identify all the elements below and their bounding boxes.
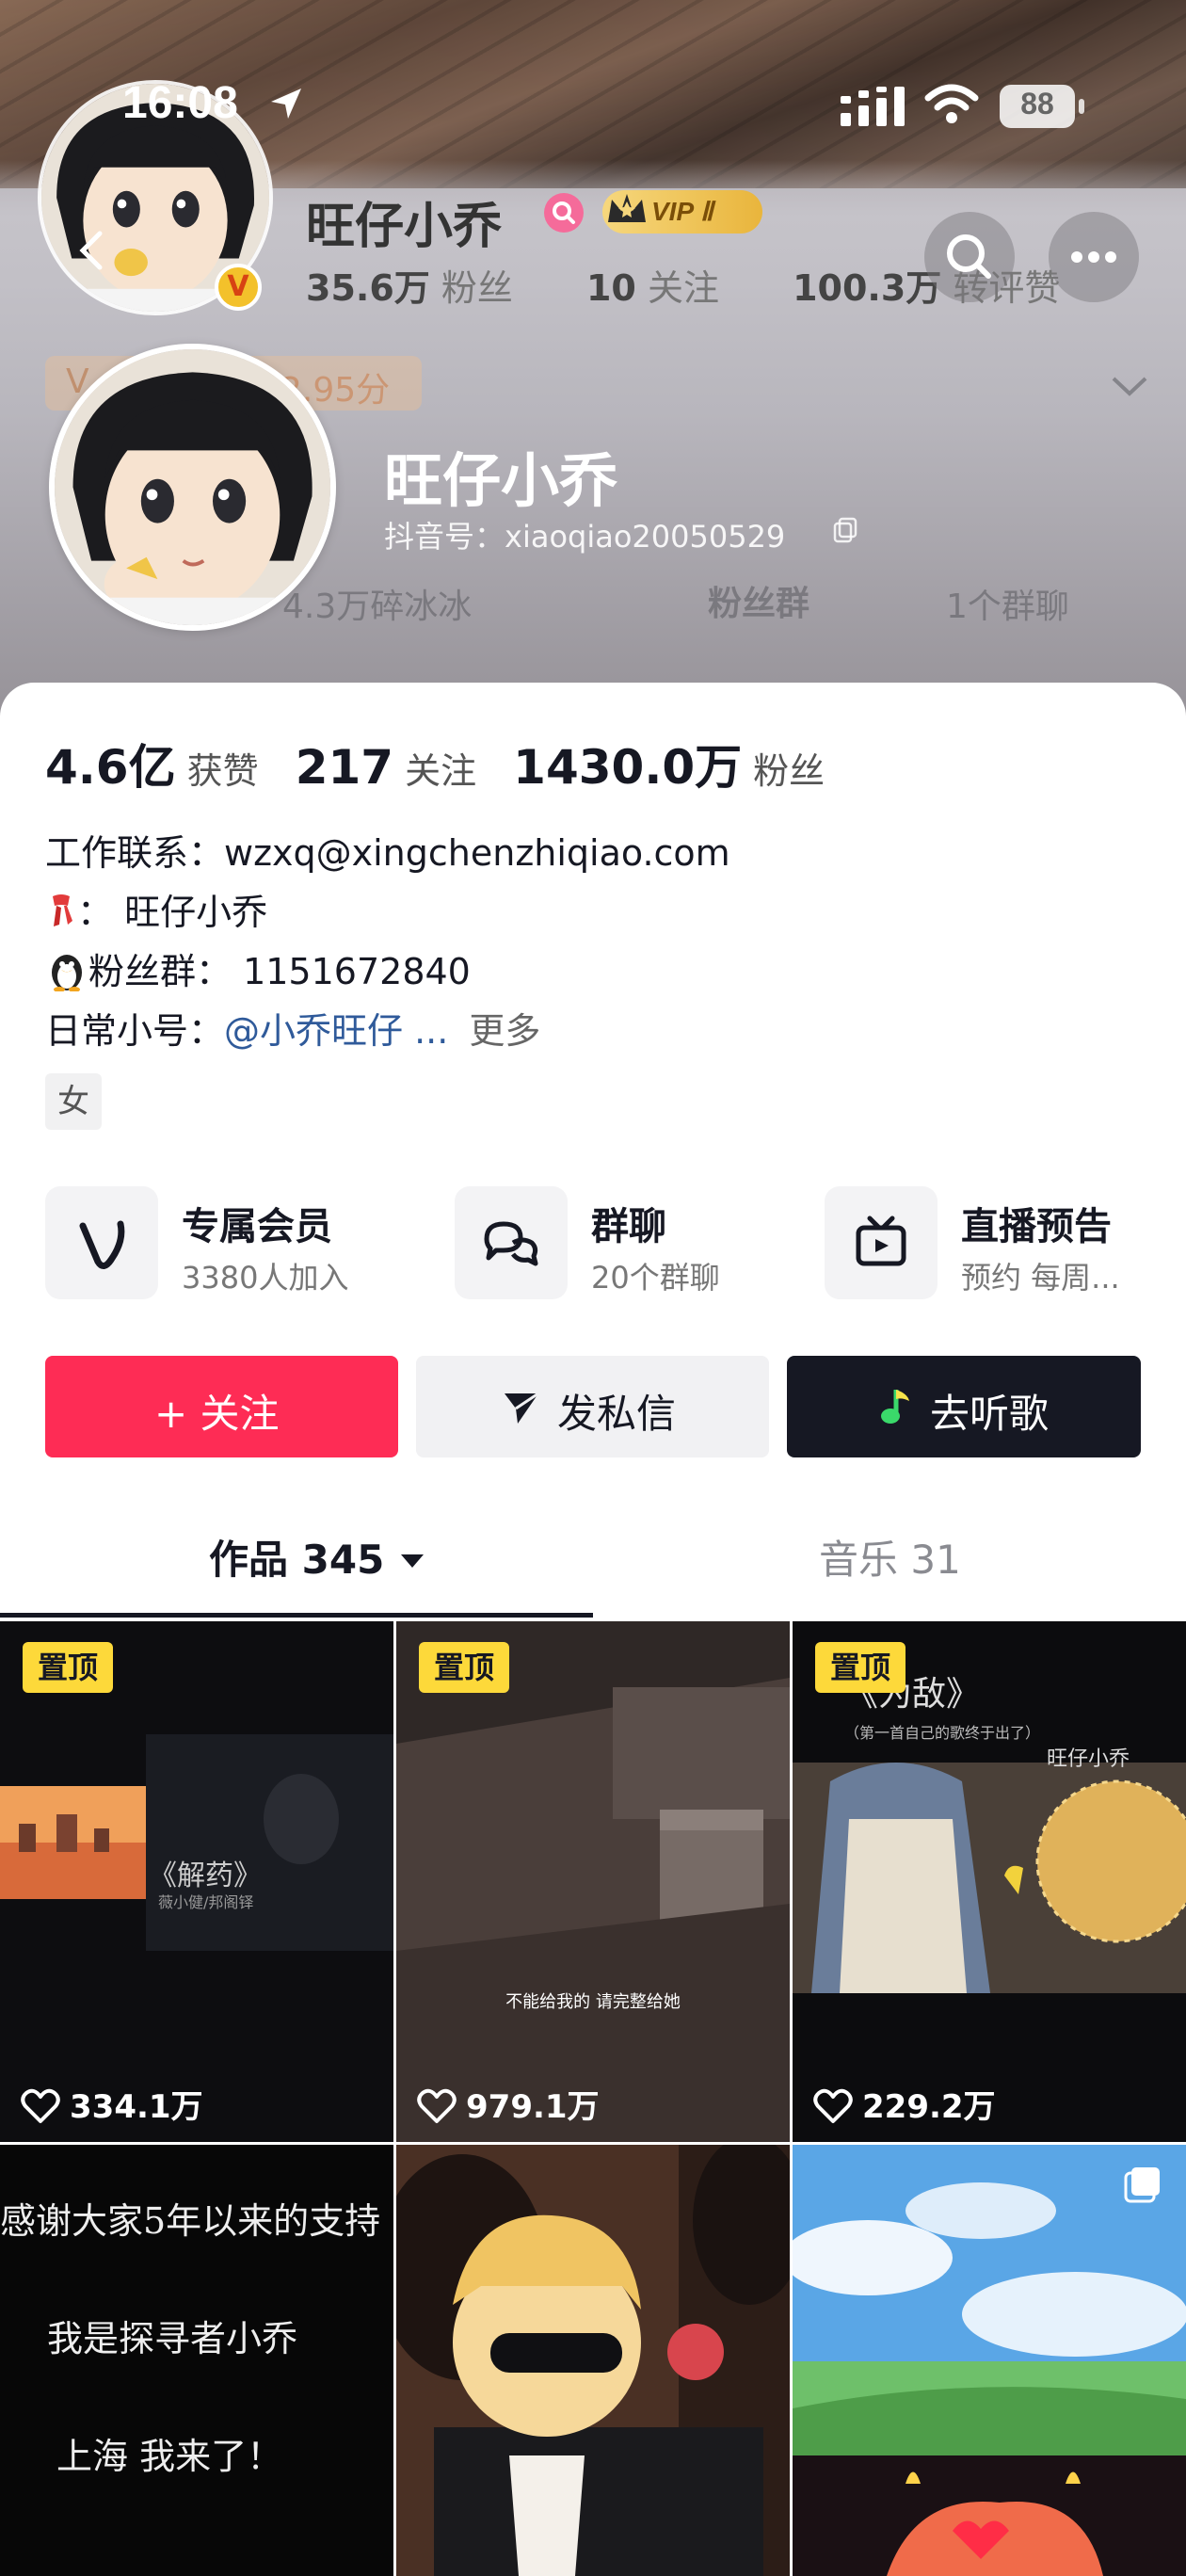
like-count: 229.2万	[813, 2081, 996, 2127]
gender-tag: 女	[45, 1073, 102, 1130]
status-time: 16:08	[122, 78, 238, 128]
bio-contact: 工作联系：wzxq@xingchenzhiqiao.com	[45, 832, 730, 874]
heart-icon	[417, 2088, 457, 2123]
vip-level-badge[interactable]: VIP Ⅱ	[602, 190, 762, 233]
video-tile[interactable]: 《为敌》 （第一首自己的歌终于出了） 旺仔小乔 置顶 229.2万	[793, 1621, 1186, 2142]
tab-underline	[0, 1613, 593, 1618]
tab-works[interactable]: 作品 345	[209, 1528, 425, 1586]
more-button[interactable]	[1049, 212, 1139, 302]
message-button[interactable]: 发私信	[416, 1356, 769, 1457]
multi-image-icon	[1124, 2167, 1160, 2203]
like-count: 979.1万	[417, 2081, 600, 2127]
stat-following[interactable]: 217 关注	[296, 740, 476, 795]
stat-followers[interactable]: 1430.0万 粉丝	[513, 730, 825, 797]
music-note-icon	[881, 1390, 909, 1424]
sticky-name: 旺仔小乔	[306, 199, 503, 255]
follow-button[interactable]: + 关注	[45, 1356, 398, 1457]
video-thumbnail	[396, 1621, 790, 2142]
profile-avatar[interactable]	[49, 344, 336, 631]
search-icon	[947, 234, 991, 279]
chevron-down-icon[interactable]	[1106, 367, 1153, 405]
bio-fan-group: 粉丝群： 1151672840	[45, 942, 471, 994]
pinned-badge: 置顶	[419, 1642, 509, 1693]
scarf-emoji-icon	[53, 894, 72, 926]
feature-group-chat[interactable]: 群聊 20个群聊	[455, 1186, 765, 1299]
cellular-signal-icon	[841, 87, 905, 126]
ghost-group-count: 1个群聊	[946, 588, 1069, 626]
video-thumbnail	[793, 2145, 1186, 2576]
search-button[interactable]	[924, 212, 1015, 302]
profile-name: 旺仔小乔	[384, 446, 618, 515]
wifi-icon	[924, 84, 979, 123]
send-icon	[505, 1392, 539, 1424]
video-tile[interactable]	[793, 2145, 1186, 2576]
profile-header: V 2.95分 4.3万碎冰冰 粉丝群 1个群聊 旺仔小乔 抖音号：xiaoqi…	[0, 0, 1186, 716]
tab-music[interactable]: 音乐 31	[819, 1528, 961, 1586]
back-arrow-icon[interactable]	[68, 226, 117, 275]
verified-badge-icon: V	[215, 264, 262, 311]
profile-stats: 4.6亿 获赞 217 关注 1430.0万 粉丝	[45, 730, 857, 797]
more-link[interactable]: 更多	[469, 1010, 540, 1052]
stat-likes[interactable]: 4.6亿 获赞	[45, 730, 259, 797]
video-tile[interactable]: 不能给我的 请完整给她 置顶 979.1万	[396, 1621, 790, 2142]
heart-icon	[813, 2088, 853, 2123]
video-tile[interactable]	[396, 2145, 790, 2576]
chat-bubbles-icon	[484, 1221, 538, 1266]
video-tile[interactable]: 感谢大家5年以来的支持 我是探寻者小乔 上海 我来了！	[0, 2145, 393, 2576]
content-tabs: 作品 345 音乐 31	[0, 1511, 1186, 1615]
caret-down-icon	[401, 1554, 425, 1568]
crown-icon	[608, 194, 646, 222]
feature-live-preview[interactable]: 直播预告 预约 每周...	[825, 1186, 1145, 1299]
bio-scarf-line: ： 旺仔小乔	[45, 883, 267, 935]
more-dots-icon	[1071, 251, 1116, 263]
ghost-fans-group: 粉丝群	[708, 585, 810, 623]
douyin-id: 抖音号：xiaoqiao20050529	[384, 519, 786, 555]
bio-alt-account: 日常小号：@小乔旺仔 ... 更多	[45, 1010, 541, 1052]
tv-play-icon	[856, 1216, 906, 1266]
mention-link[interactable]: @小乔旺仔 ...	[224, 1010, 448, 1052]
ghost-fans-club: 4.3万碎冰冰	[282, 588, 473, 626]
profile-card: 4.6亿 获赞 217 关注 1430.0万 粉丝 工作联系：wzxq@xingche…	[0, 683, 1186, 2576]
heart-icon	[21, 2088, 60, 2123]
feature-membership[interactable]: 专属会员 3380人加入	[45, 1186, 403, 1299]
status-bar: 16:08 88	[0, 0, 1186, 128]
battery-indicator: 88	[1000, 85, 1084, 128]
penguin-emoji-icon	[52, 955, 82, 991]
copy-icon[interactable]	[831, 516, 859, 544]
pinned-badge: 置顶	[23, 1642, 113, 1693]
like-count: 334.1万	[21, 2081, 203, 2127]
video-tile[interactable]: 《解药》 薇小健/邦阁铎 置顶 334.1万	[0, 1621, 393, 2142]
v-logo-icon	[79, 1220, 125, 1269]
video-thumbnail	[396, 2145, 790, 2576]
search-badge-icon	[544, 193, 584, 233]
location-arrow-icon	[271, 89, 301, 119]
pinned-badge: 置顶	[815, 1642, 906, 1693]
listen-music-button[interactable]: 去听歌	[787, 1356, 1141, 1457]
